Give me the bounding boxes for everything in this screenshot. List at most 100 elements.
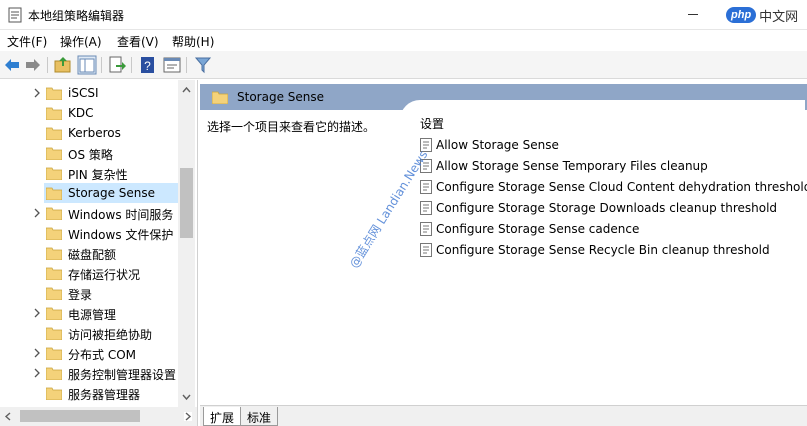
tree-item-label: 服务控制管理器设置 bbox=[68, 368, 177, 382]
filter-icon[interactable] bbox=[193, 55, 213, 75]
scroll-up-arrow-icon[interactable] bbox=[182, 86, 191, 95]
setting-row[interactable]: Configure Storage Sense Recycle Bin clea… bbox=[420, 240, 805, 260]
tree-item[interactable]: 登录 bbox=[0, 283, 178, 303]
folder-icon bbox=[212, 91, 228, 104]
setting-label: Allow Storage Sense Temporary Files clea… bbox=[436, 159, 708, 173]
tree-item-label: 访问被拒绝协助 bbox=[68, 328, 153, 342]
toolbar-separator bbox=[47, 57, 48, 73]
tree-item[interactable]: 磁盘配额 bbox=[0, 243, 178, 263]
folder-icon bbox=[46, 187, 62, 200]
tree-item[interactable]: OS 策略 bbox=[0, 143, 178, 163]
tree-item[interactable]: Windows 时间服务 bbox=[0, 203, 178, 223]
toolbar-separator bbox=[101, 57, 102, 73]
tree-item[interactable]: 服务控制管理器设置 bbox=[0, 363, 178, 383]
properties-icon[interactable] bbox=[162, 55, 182, 75]
chevron-right-icon[interactable] bbox=[32, 348, 42, 358]
setting-row[interactable]: Allow Storage Sense bbox=[420, 135, 805, 155]
setting-label: Configure Storage Sense Cloud Content de… bbox=[436, 180, 807, 194]
tree-item[interactable]: Kerberos bbox=[0, 123, 178, 143]
policy-setting-icon bbox=[420, 180, 432, 194]
chevron-right-icon[interactable] bbox=[32, 208, 42, 218]
php-badge: php bbox=[726, 7, 757, 23]
setting-label: Configure Storage Sense cadence bbox=[436, 222, 640, 236]
chevron-right-icon[interactable] bbox=[32, 308, 42, 318]
setting-row[interactable]: Configure Storage Sense Cloud Content de… bbox=[420, 177, 807, 197]
window-title: 本地组策略编辑器 bbox=[28, 9, 125, 23]
tab-standard[interactable]: 标准 bbox=[240, 407, 279, 426]
tree-item[interactable]: KDC bbox=[0, 103, 178, 123]
folder-icon bbox=[46, 207, 62, 220]
scroll-down-arrow-icon[interactable] bbox=[182, 392, 191, 401]
tree-item[interactable]: Storage Sense bbox=[44, 183, 178, 203]
tree-item-label: Storage Sense bbox=[68, 186, 156, 200]
toolbar-separator bbox=[186, 57, 187, 73]
minimize-button[interactable] bbox=[688, 14, 698, 15]
folder-icon bbox=[46, 267, 62, 280]
tree-item-label: 服务器管理器 bbox=[68, 388, 141, 402]
view-tabs: 扩展 标准 bbox=[200, 405, 807, 426]
chevron-right-icon[interactable] bbox=[32, 88, 42, 98]
tree-item[interactable]: 电源管理 bbox=[0, 303, 178, 323]
tree-item-label: Kerberos bbox=[68, 126, 121, 140]
tree-item[interactable]: 访问被拒绝协助 bbox=[0, 323, 178, 343]
scroll-left-arrow-icon[interactable] bbox=[4, 412, 12, 421]
menu-help[interactable]: 帮助(H) bbox=[172, 33, 214, 50]
folder-icon bbox=[46, 347, 62, 360]
setting-label: Configure Storage Storage Downloads clea… bbox=[436, 201, 778, 215]
menu-view[interactable]: 查看(V) bbox=[117, 33, 159, 50]
folder-icon bbox=[46, 287, 62, 300]
tab-extended[interactable]: 扩展 bbox=[203, 407, 242, 426]
tree-item[interactable]: Windows 文件保护 bbox=[0, 223, 178, 243]
tree-item-label: 电源管理 bbox=[68, 308, 117, 322]
forward-icon[interactable] bbox=[23, 55, 43, 75]
tree-item-label: OS 策略 bbox=[68, 148, 113, 162]
tree-item[interactable]: PIN 复杂性 bbox=[0, 163, 178, 183]
back-icon[interactable] bbox=[2, 55, 22, 75]
tree-item[interactable]: 分布式 COM bbox=[0, 343, 178, 363]
policy-setting-icon bbox=[420, 201, 432, 215]
tree-item[interactable]: iSCSI bbox=[0, 83, 178, 103]
folder-icon bbox=[46, 127, 62, 140]
scrollbar-thumb[interactable] bbox=[20, 410, 140, 422]
tree-item-label: iSCSI bbox=[68, 86, 99, 100]
folder-icon bbox=[46, 367, 62, 380]
up-folder-icon[interactable] bbox=[53, 55, 73, 75]
tree-item-label: Windows 时间服务 bbox=[68, 208, 174, 222]
scroll-right-arrow-icon[interactable] bbox=[184, 412, 192, 421]
tree-item[interactable]: 服务器管理器 bbox=[0, 383, 178, 403]
folder-icon bbox=[46, 387, 62, 400]
chevron-right-icon[interactable] bbox=[32, 368, 42, 378]
setting-row[interactable]: Configure Storage Sense cadence bbox=[420, 219, 805, 239]
folder-icon bbox=[46, 227, 62, 240]
scrollbar-thumb[interactable] bbox=[180, 168, 193, 238]
title-bar: 本地组策略编辑器 php 中文网 bbox=[0, 0, 807, 30]
setting-label: Allow Storage Sense bbox=[436, 138, 559, 152]
folder-icon bbox=[46, 87, 62, 100]
tree-item-label: 磁盘配额 bbox=[68, 248, 117, 262]
settings-column-header[interactable]: 设置 bbox=[420, 115, 444, 132]
menu-file[interactable]: 文件(F) bbox=[7, 33, 47, 50]
show-hide-tree-icon[interactable] bbox=[77, 55, 97, 75]
folder-icon bbox=[46, 147, 62, 160]
export-list-icon[interactable] bbox=[107, 55, 127, 75]
tree-vertical-scrollbar[interactable] bbox=[178, 80, 195, 407]
site-watermark-logo: php 中文网 bbox=[726, 4, 798, 26]
toolbar: ? bbox=[0, 51, 807, 79]
toolbar-separator bbox=[131, 57, 132, 73]
php-badge-text: 中文网 bbox=[759, 9, 799, 25]
policy-setting-icon bbox=[420, 243, 432, 257]
setting-row[interactable]: Configure Storage Storage Downloads clea… bbox=[420, 198, 805, 218]
tree-item-label: 登录 bbox=[68, 288, 93, 302]
tree-item-label: PIN 复杂性 bbox=[68, 168, 128, 182]
navigation-tree: iSCSI KDC Kerberos OS 策略 PIN 复杂性 Storage Sens… bbox=[0, 80, 198, 407]
folder-icon bbox=[46, 307, 62, 320]
tree-item-label: 分布式 COM bbox=[68, 348, 136, 362]
folder-icon bbox=[46, 167, 62, 180]
tree-item-label: 存储运行状况 bbox=[68, 268, 141, 282]
tree-item[interactable]: 存储运行状况 bbox=[0, 263, 178, 283]
help-icon[interactable]: ? bbox=[138, 55, 158, 75]
tree-horizontal-scrollbar[interactable] bbox=[0, 407, 198, 426]
svg-text:?: ? bbox=[144, 59, 151, 73]
menu-action[interactable]: 操作(A) bbox=[60, 33, 102, 50]
setting-row[interactable]: Allow Storage Sense Temporary Files clea… bbox=[420, 156, 805, 176]
